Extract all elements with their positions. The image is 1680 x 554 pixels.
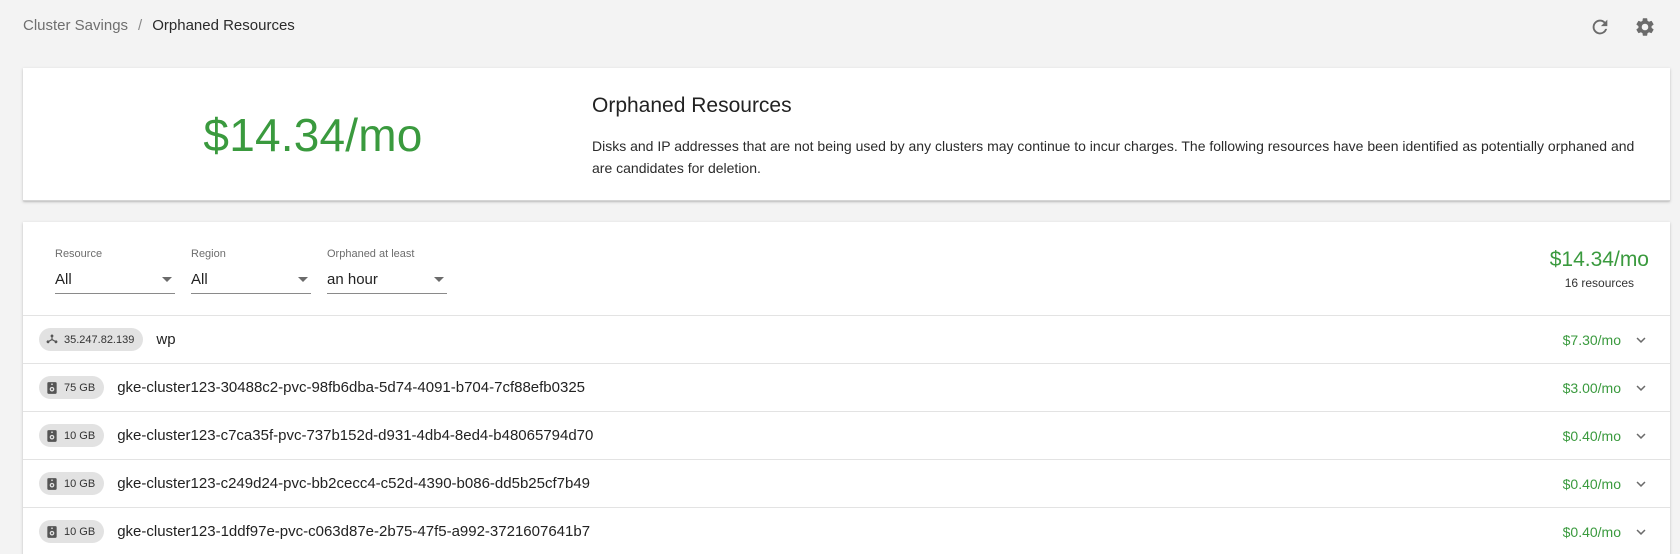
resource-cost: $0.40/mo (1562, 523, 1621, 540)
resource-select[interactable]: All (55, 266, 175, 294)
expand-row-button[interactable] (1630, 425, 1652, 447)
disk-icon (47, 381, 57, 394)
chevron-down-icon (1636, 384, 1646, 391)
resource-chip: 10 GB (39, 472, 105, 495)
filters-bar: Resource All Region All Orphaned at leas… (23, 222, 1670, 316)
caret-down-icon (162, 277, 172, 282)
chevron-down-icon (1636, 528, 1646, 535)
resource-chip-label: 10 GB (64, 477, 96, 490)
filtered-total: $14.34/mo 16 resources (1550, 248, 1649, 290)
expand-row-button[interactable] (1630, 377, 1652, 399)
summary-total-cost: $14.34/mo (203, 108, 423, 161)
resource-name: gke-cluster123-c249d24-pvc-bb2cecc4-c52d… (117, 475, 591, 492)
summary-card: $14.34/mo Orphaned Resources Disks and I… (23, 68, 1670, 201)
caret-down-icon (298, 277, 308, 282)
breadcrumb-current: Orphaned Resources (152, 17, 295, 34)
orphaned-filter: Orphaned at least an hour (327, 248, 447, 294)
refresh-icon (1592, 19, 1608, 35)
resource-chip: 75 GB (39, 376, 105, 399)
resource-cost: $0.40/mo (1562, 427, 1621, 444)
list-item[interactable]: 10 GB gke-cluster123-c7ca35f-pvc-737b152… (23, 412, 1670, 460)
resource-chip: 10 GB (39, 424, 105, 447)
expand-row-button[interactable] (1630, 329, 1652, 351)
resource-cost: $7.30/mo (1562, 331, 1621, 348)
disk-icon (47, 429, 57, 442)
chevron-down-icon (1636, 336, 1646, 343)
list-item[interactable]: 10 GB gke-cluster123-1ddf97e-pvc-c063d87… (23, 508, 1670, 554)
resource-chip-label: 35.247.82.139 (64, 333, 135, 346)
list-item[interactable]: 35.247.82.139 wp $7.30/mo (23, 316, 1670, 364)
settings-button[interactable] (1632, 14, 1658, 40)
chevron-down-icon (1636, 432, 1646, 439)
resource-name: gke-cluster123-c7ca35f-pvc-737b152d-d931… (117, 427, 594, 444)
resource-filter-label: Resource (55, 248, 103, 260)
resource-chip-label: 10 GB (64, 429, 96, 442)
summary-title: Orphaned Resources (592, 94, 792, 117)
expand-row-button[interactable] (1630, 521, 1652, 543)
caret-down-icon (434, 277, 444, 282)
region-filter-label: Region (191, 248, 226, 260)
network-icon (46, 333, 58, 343)
filtered-total-cost: $14.34/mo (1549, 248, 1649, 271)
breadcrumb-separator: / (138, 17, 143, 34)
resource-select-value: All (55, 271, 72, 288)
resource-name: gke-cluster123-1ddf97e-pvc-c063d87e-2b75… (117, 523, 591, 540)
resource-chip-label: 10 GB (64, 525, 96, 538)
resource-chip: 35.247.82.139 (39, 328, 144, 351)
resource-list: 35.247.82.139 wp $7.30/mo 75 GB gke-clus… (23, 316, 1670, 554)
resource-name: wp (156, 331, 176, 348)
chevron-down-icon (1636, 480, 1646, 487)
list-item[interactable]: 75 GB gke-cluster123-30488c2-pvc-98fb6db… (23, 364, 1670, 412)
breadcrumb: Cluster Savings / Orphaned Resources (23, 17, 295, 34)
filtered-resource-count: 16 resources (1564, 276, 1635, 290)
refresh-button[interactable] (1587, 14, 1613, 40)
resource-filter: Resource All (55, 248, 175, 294)
top-bar: Cluster Savings / Orphaned Resources (0, 0, 1680, 52)
region-select[interactable]: All (191, 266, 311, 294)
resource-cost: $0.40/mo (1562, 475, 1621, 492)
summary-description: Disks and IP addresses that are not bein… (592, 138, 1635, 176)
resource-name: gke-cluster123-30488c2-pvc-98fb6dba-5d74… (117, 379, 586, 396)
resource-chip-label: 75 GB (64, 381, 96, 394)
expand-row-button[interactable] (1630, 473, 1652, 495)
orphaned-select[interactable]: an hour (327, 266, 447, 294)
breadcrumb-cluster-savings-link[interactable]: Cluster Savings (23, 17, 128, 34)
disk-icon (47, 525, 57, 538)
disk-icon (47, 477, 57, 490)
resources-card: Resource All Region All Orphaned at leas… (23, 222, 1670, 554)
region-filter: Region All (191, 248, 311, 294)
list-item[interactable]: 10 GB gke-cluster123-c249d24-pvc-bb2cecc… (23, 460, 1670, 508)
resource-cost: $3.00/mo (1562, 379, 1621, 396)
resource-chip: 10 GB (39, 520, 105, 543)
gear-icon (1636, 18, 1654, 36)
orphaned-filter-label: Orphaned at least (327, 248, 415, 260)
region-select-value: All (191, 271, 208, 288)
orphaned-select-value: an hour (327, 271, 378, 288)
